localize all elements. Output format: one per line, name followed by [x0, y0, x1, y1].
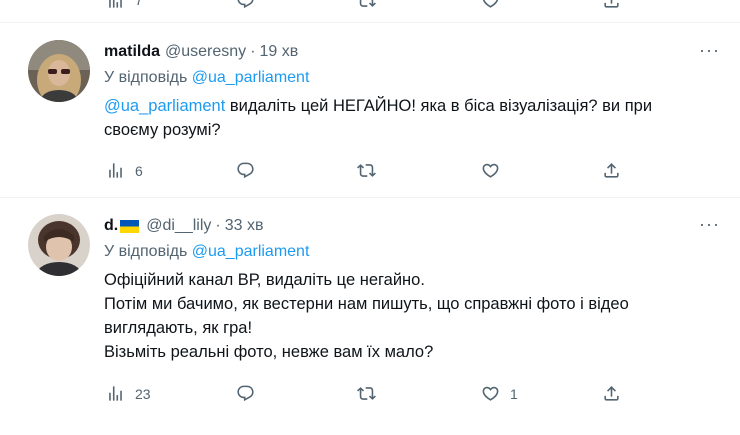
tweet-content: matilda @useresny · 19 хв ··· У відповід…: [104, 41, 720, 142]
separator-dot: ·: [250, 43, 256, 60]
reply-button[interactable]: [236, 384, 255, 403]
retweet-button[interactable]: [357, 161, 376, 180]
reply-prefix: У відповідь: [104, 69, 188, 86]
tweet-text-line: Потім ми бачимо, як вестерни нам пишуть,…: [104, 295, 629, 337]
views-count: 23: [135, 385, 151, 402]
like-icon: [483, 0, 498, 8]
tweet-matilda[interactable]: matilda @useresny · 19 хв ··· У відповід…: [0, 23, 740, 197]
retweet-button[interactable]: [357, 384, 376, 403]
share-icon: [604, 0, 619, 8]
views-icon: [109, 163, 122, 178]
mention-link[interactable]: @ua_parliament: [104, 97, 225, 115]
avatar-image: [28, 214, 90, 276]
like-icon: [482, 386, 499, 401]
likes-count: 1: [510, 385, 518, 402]
tweet-actions: 6: [0, 161, 740, 183]
reply-icon: [237, 162, 254, 179]
avatar[interactable]: [28, 214, 90, 276]
reply-icon: [237, 0, 254, 8]
previous-reply-button[interactable]: [236, 0, 255, 8]
retweet-icon: [359, 0, 376, 7]
reply-prefix: У відповідь: [104, 243, 188, 260]
reply-to-link[interactable]: @ua_parliament: [192, 69, 310, 86]
previous-views-button[interactable]: 7: [106, 0, 143, 8]
views-button[interactable]: 23: [106, 384, 151, 403]
avatar[interactable]: [28, 40, 90, 102]
views-icon: [109, 386, 122, 401]
retweet-icon: [357, 164, 376, 177]
reply-button[interactable]: [236, 161, 255, 180]
retweet-icon: [357, 387, 376, 400]
more-icon[interactable]: ···: [699, 41, 720, 59]
user-handle[interactable]: @di__lily: [146, 216, 211, 236]
timestamp[interactable]: 19 хв: [260, 42, 299, 62]
views-count: 6: [135, 162, 143, 179]
display-name[interactable]: matilda: [104, 42, 160, 62]
tweet-d[interactable]: d. @di__lily · 33 хв ··· У відповідь @ua…: [0, 198, 740, 435]
share-button[interactable]: [602, 384, 621, 403]
views-button[interactable]: 6: [106, 161, 143, 180]
views-icon: [109, 0, 122, 8]
share-icon: [604, 386, 619, 401]
tweet-text: @ua_parliament видаліть цей НЕГАЙНО! яка…: [104, 94, 664, 142]
tweet-text: Офіційний канал ВР, видаліть це негайно.…: [104, 268, 704, 364]
more-icon[interactable]: ···: [699, 215, 720, 233]
tweet-text-line: Візьміть реальні фото, невже вам їх мало…: [104, 343, 434, 361]
timestamp[interactable]: 33 хв: [225, 216, 264, 236]
previous-tweet-actions: 7: [0, 0, 740, 22]
previous-share-button[interactable]: [602, 0, 621, 8]
tweet-text-line: Офіційний канал ВР, видаліть це негайно.: [104, 271, 425, 289]
like-icon: [482, 163, 499, 178]
tweet-header: d. @di__lily · 33 хв: [104, 216, 720, 236]
like-button[interactable]: [481, 161, 500, 180]
previous-retweet-button[interactable]: [357, 0, 376, 8]
previous-views-count: 7: [135, 0, 143, 8]
tweet-content: d. @di__lily · 33 хв ··· У відповідь @ua…: [104, 215, 720, 364]
tweet-actions: 23 1: [0, 384, 740, 406]
tweet-header: matilda @useresny · 19 хв: [104, 42, 720, 62]
separator-dot: ·: [215, 217, 221, 234]
reply-icon: [237, 385, 254, 402]
share-icon: [604, 163, 619, 178]
like-button[interactable]: 1: [481, 384, 518, 403]
reply-context: У відповідь @ua_parliament: [104, 67, 720, 89]
previous-like-button[interactable]: [481, 0, 500, 8]
user-handle[interactable]: @useresny: [165, 42, 246, 62]
reply-to-link[interactable]: @ua_parliament: [192, 243, 310, 260]
share-button[interactable]: [602, 161, 621, 180]
display-name[interactable]: d.: [104, 216, 118, 236]
avatar-image: [28, 40, 90, 102]
ukraine-flag-icon: [120, 219, 140, 233]
reply-context: У відповідь @ua_parliament: [104, 241, 720, 263]
